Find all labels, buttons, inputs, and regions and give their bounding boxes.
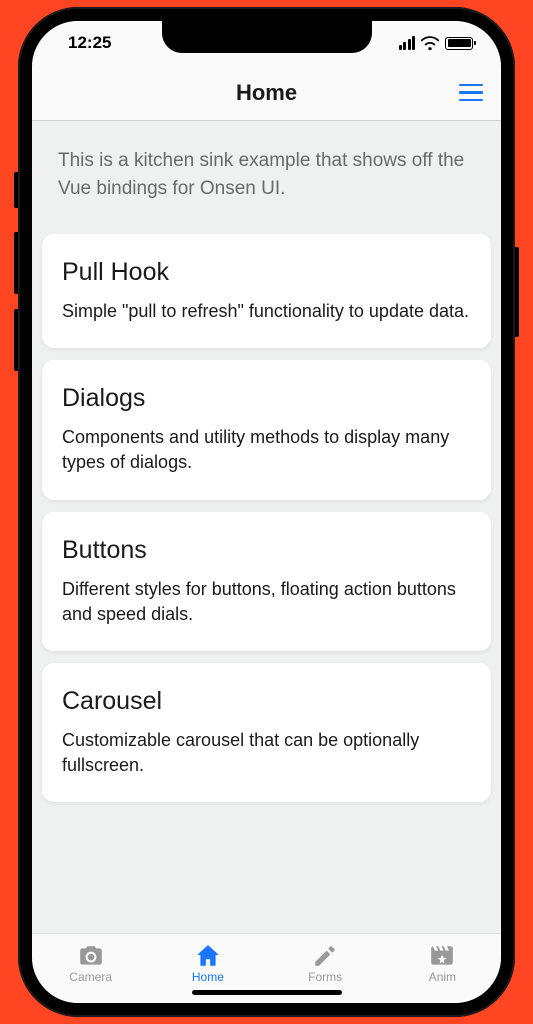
pencil-icon (312, 943, 338, 969)
tab-camera[interactable]: Camera (32, 938, 149, 989)
power-button (515, 247, 519, 337)
card-title: Dialogs (62, 384, 471, 413)
tab-forms[interactable]: Forms (267, 938, 384, 989)
intro-text: This is a kitchen sink example that show… (32, 121, 501, 234)
tab-label: Home (192, 970, 224, 984)
wifi-icon (421, 36, 439, 50)
cellular-signal-icon (399, 36, 416, 50)
home-icon (195, 943, 221, 969)
page-title: Home (236, 80, 297, 106)
card-description: Simple "pull to refresh" functionality t… (62, 299, 471, 324)
tab-label: Forms (308, 970, 342, 984)
volume-down-button (14, 309, 18, 371)
status-time: 12:25 (68, 33, 111, 53)
card-list: Pull Hook Simple "pull to refresh" funct… (32, 234, 501, 802)
hamburger-icon (459, 84, 483, 102)
screen: 12:25 Home This is a k (32, 21, 501, 1003)
mute-switch (14, 172, 18, 208)
card-description: Different styles for buttons, floating a… (62, 577, 471, 627)
card-title: Carousel (62, 687, 471, 716)
clapperboard-icon (429, 943, 455, 969)
phone-frame: 12:25 Home This is a k (18, 7, 515, 1017)
battery-icon (445, 37, 473, 50)
card-title: Buttons (62, 536, 471, 565)
tab-label: Camera (69, 970, 112, 984)
status-icons (399, 36, 474, 50)
card-pull-hook[interactable]: Pull Hook Simple "pull to refresh" funct… (42, 234, 491, 348)
home-indicator[interactable] (192, 990, 342, 995)
content-area[interactable]: This is a kitchen sink example that show… (32, 121, 501, 933)
card-buttons[interactable]: Buttons Different styles for buttons, fl… (42, 512, 491, 651)
camera-icon (78, 943, 104, 969)
volume-up-button (14, 232, 18, 294)
tab-anim[interactable]: Anim (384, 938, 501, 989)
tab-home[interactable]: Home (149, 938, 266, 989)
tab-label: Anim (429, 970, 456, 984)
menu-button[interactable] (455, 77, 487, 109)
card-description: Components and utility methods to displa… (62, 425, 471, 475)
card-dialogs[interactable]: Dialogs Components and utility methods t… (42, 360, 491, 499)
card-description: Customizable carousel that can be option… (62, 728, 471, 778)
toolbar: Home (32, 65, 501, 121)
card-title: Pull Hook (62, 258, 471, 287)
card-carousel[interactable]: Carousel Customizable carousel that can … (42, 663, 491, 802)
device-notch (162, 21, 372, 53)
